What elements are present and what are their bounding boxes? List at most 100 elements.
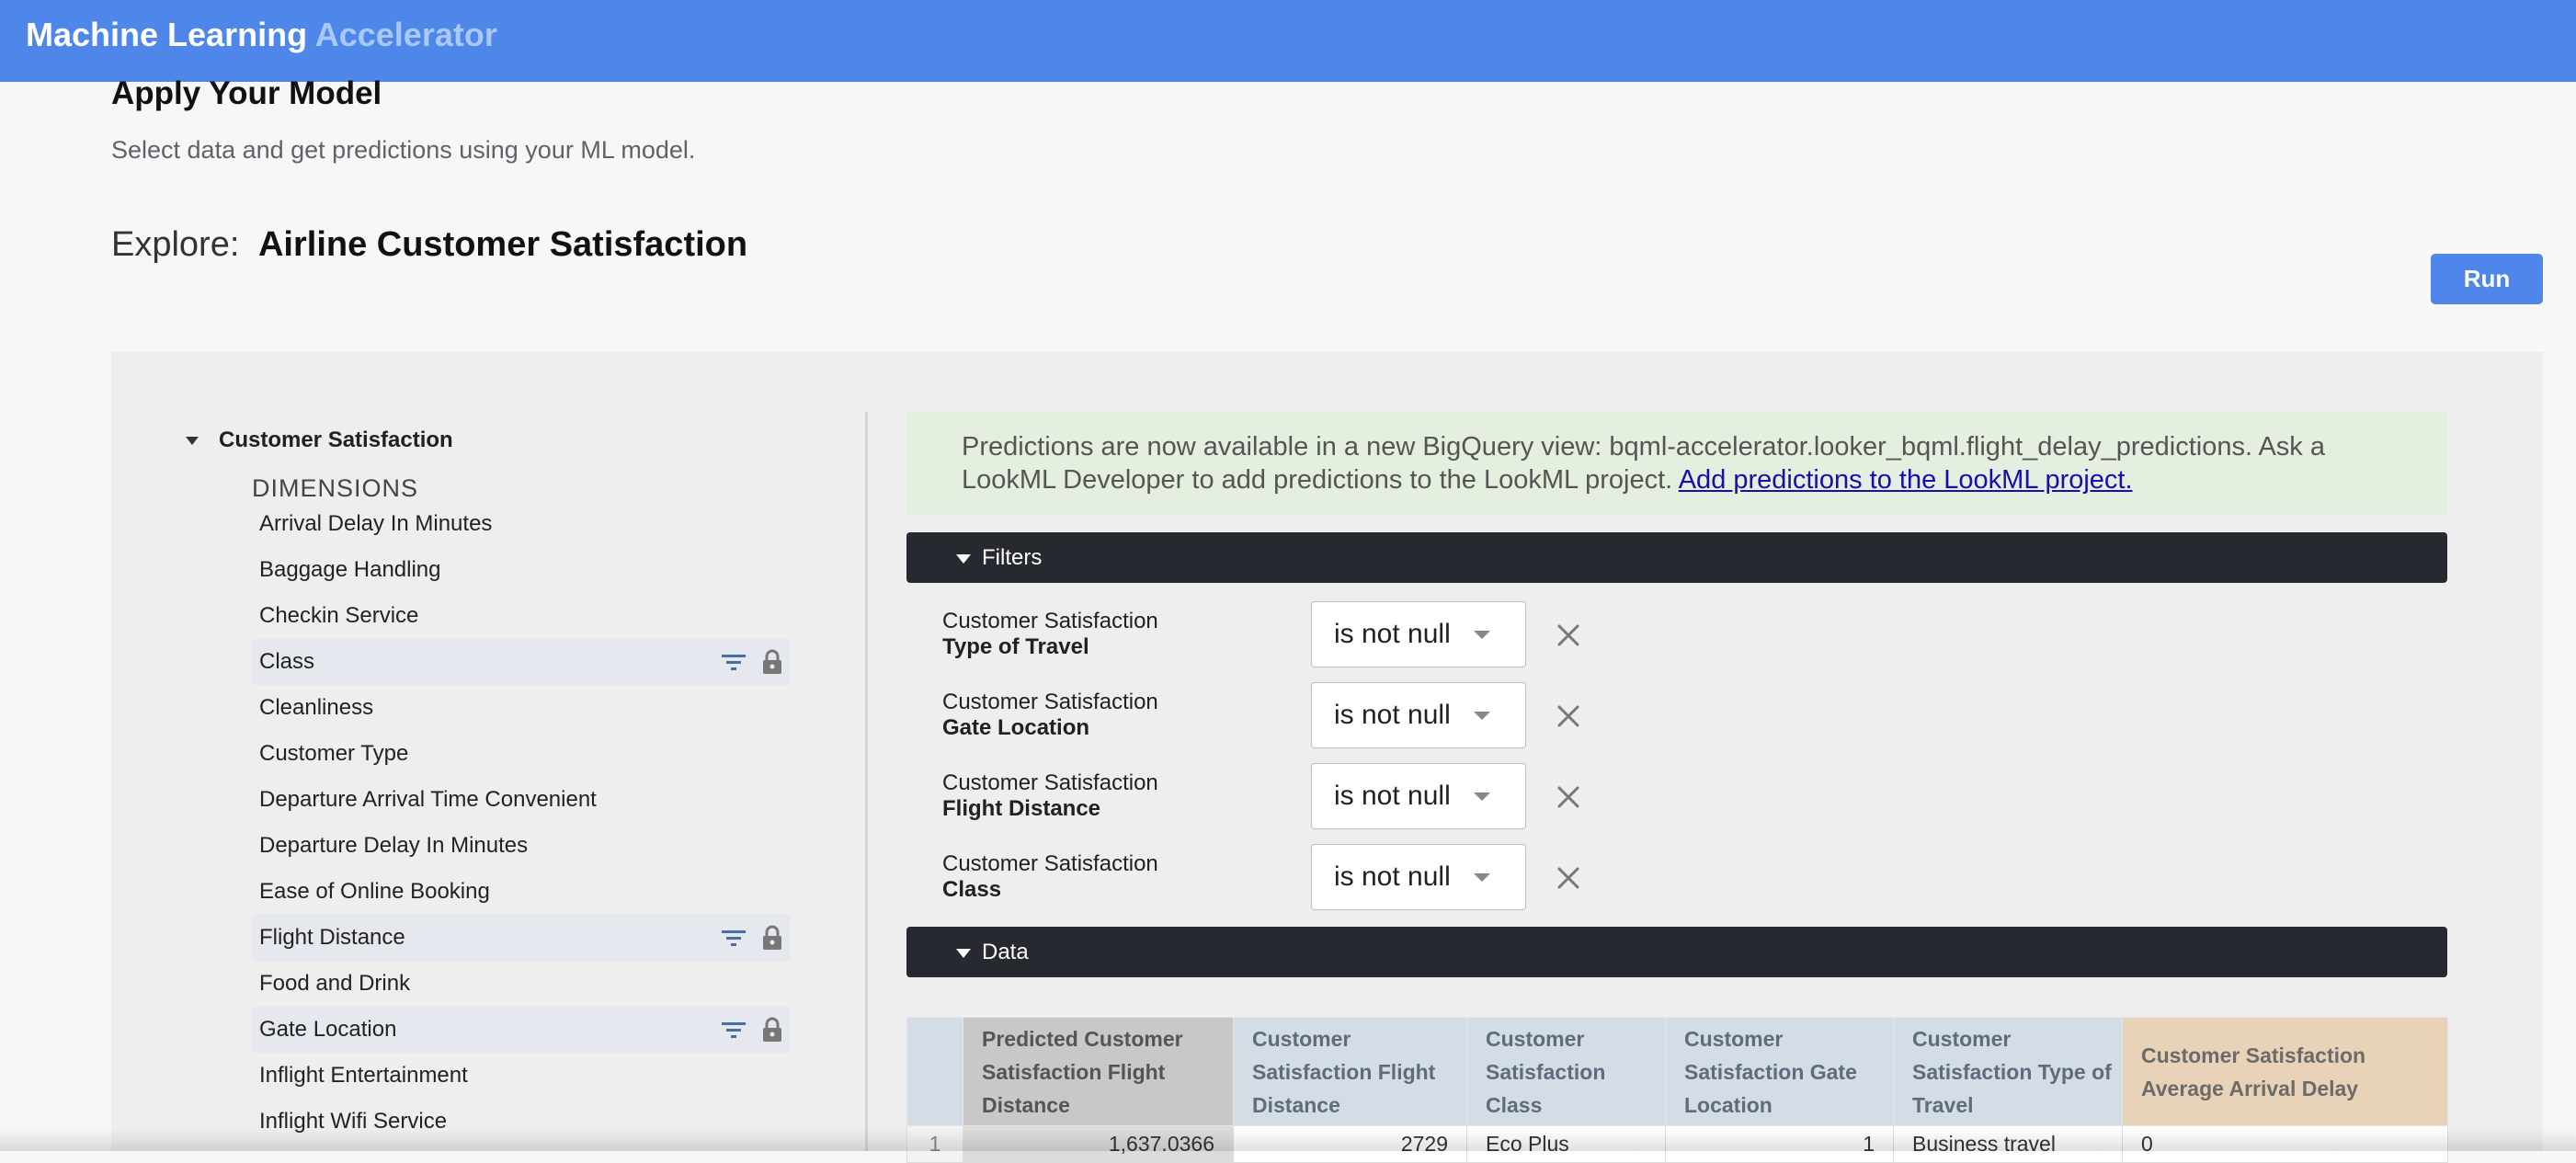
filter-icon[interactable] bbox=[720, 651, 747, 673]
table-header-row: Predicted Customer Satisfaction Flight D… bbox=[906, 1017, 2448, 1126]
field-label: Ease of Online Booking bbox=[259, 879, 490, 904]
filter-operator-value: is not null bbox=[1334, 781, 1451, 811]
filter-view-name: Customer Satisfaction bbox=[942, 609, 1158, 633]
field-label: Gate Location bbox=[259, 1017, 397, 1042]
chevron-down-icon bbox=[1474, 873, 1490, 882]
filter-label: Customer Satisfaction Type of Travel bbox=[942, 609, 1158, 660]
field-actions bbox=[720, 1007, 784, 1053]
explore-name: Airline Customer Satisfaction bbox=[257, 225, 748, 264]
column-header[interactable]: Customer Satisfaction Type of Travel bbox=[1893, 1017, 2123, 1126]
field-item[interactable]: Cleanliness bbox=[251, 685, 790, 731]
close-icon[interactable] bbox=[1555, 864, 1582, 896]
close-icon[interactable] bbox=[1555, 621, 1582, 654]
field-label: Inflight Entertainment bbox=[259, 1063, 468, 1088]
field-label: Food and Drink bbox=[259, 971, 411, 996]
page-title: Apply Your Model bbox=[111, 75, 382, 111]
app-title-main: Machine Learning bbox=[26, 16, 308, 53]
view-toggle-customer-satisfaction[interactable]: Customer Satisfaction bbox=[186, 428, 453, 453]
app-header: Machine Learning Accelerator bbox=[0, 0, 2576, 82]
field-item[interactable]: Departure Arrival Time Convenient bbox=[251, 777, 790, 823]
field-item[interactable]: Arrival Delay In Minutes bbox=[251, 501, 790, 547]
filter-view-name: Customer Satisfaction bbox=[942, 851, 1158, 876]
caret-down-icon bbox=[956, 948, 971, 958]
page-subtitle: Select data and get predictions using yo… bbox=[111, 136, 696, 164]
filter-operator-select[interactable]: is not null bbox=[1311, 844, 1526, 910]
filter-field-name: Flight Distance bbox=[942, 796, 1101, 821]
filter-row: Customer Satisfaction Class is not null bbox=[942, 844, 1586, 918]
filter-row: Customer Satisfaction Type of Travel is no… bbox=[942, 601, 1586, 675]
app-title-accent: Accelerator bbox=[314, 16, 497, 53]
caret-down-icon bbox=[186, 437, 199, 446]
filter-icon[interactable] bbox=[720, 1019, 747, 1041]
field-item[interactable]: Class bbox=[251, 639, 790, 685]
filter-operator-select[interactable]: is not null bbox=[1311, 601, 1526, 667]
dimensions-label: DIMENSIONS bbox=[252, 474, 419, 502]
explore-heading: Explore: Airline Customer Satisfaction bbox=[111, 225, 747, 265]
field-label: Customer Type bbox=[259, 741, 409, 766]
data-section-title: Data bbox=[982, 940, 1029, 964]
scroll-shadow bbox=[0, 1129, 2576, 1151]
field-label: Baggage Handling bbox=[259, 557, 441, 582]
column-header[interactable]: Customer Satisfaction Gate Location bbox=[1665, 1017, 1894, 1126]
app-title: Machine Learning Accelerator bbox=[26, 16, 497, 54]
field-item[interactable]: Baggage Handling bbox=[251, 547, 790, 593]
field-item[interactable]: Ease of Online Booking bbox=[251, 869, 790, 915]
filter-field-name: Gate Location bbox=[942, 715, 1090, 740]
filter-view-name: Customer Satisfaction bbox=[942, 770, 1158, 795]
field-item[interactable]: Customer Type bbox=[251, 731, 790, 777]
filter-row: Customer Satisfaction Gate Location is not… bbox=[942, 682, 1586, 756]
add-predictions-link[interactable]: Add predictions to the LookML project. bbox=[1679, 465, 2133, 495]
chevron-down-icon bbox=[1474, 792, 1490, 801]
filter-row: Customer Satisfaction Flight Distance is n… bbox=[942, 763, 1586, 837]
data-section-toggle[interactable]: Data bbox=[906, 927, 2447, 977]
column-header[interactable]: Customer Satisfaction Average Arrival De… bbox=[2122, 1017, 2448, 1126]
filter-field-name: Class bbox=[942, 877, 1002, 902]
field-label: Checkin Service bbox=[259, 603, 419, 628]
field-item[interactable]: Food and Drink bbox=[251, 961, 790, 1007]
caret-down-icon bbox=[956, 553, 971, 564]
run-button[interactable]: Run bbox=[2431, 254, 2543, 304]
close-icon[interactable] bbox=[1555, 783, 1582, 815]
field-label: Cleanliness bbox=[259, 695, 374, 720]
field-actions bbox=[720, 639, 784, 685]
lock-icon bbox=[760, 648, 784, 676]
field-label: Departure Arrival Time Convenient bbox=[259, 787, 597, 812]
field-label: Class bbox=[259, 649, 315, 674]
chevron-down-icon bbox=[1474, 631, 1490, 639]
field-item[interactable]: Flight Distance bbox=[251, 915, 790, 961]
column-header[interactable]: Predicted Customer Satisfaction Flight D… bbox=[963, 1017, 1234, 1126]
filter-operator-select[interactable]: is not null bbox=[1311, 763, 1526, 829]
row-number-header bbox=[906, 1017, 963, 1126]
field-label: Flight Distance bbox=[259, 925, 405, 950]
filter-label: Customer Satisfaction Gate Location bbox=[942, 690, 1158, 741]
filter-operator-value: is not null bbox=[1334, 861, 1451, 892]
panel-divider[interactable] bbox=[865, 412, 868, 1151]
filter-label: Customer Satisfaction Class bbox=[942, 851, 1158, 903]
field-actions bbox=[720, 915, 784, 961]
filter-label: Customer Satisfaction Flight Distance bbox=[942, 770, 1158, 822]
filter-operator-value: is not null bbox=[1334, 700, 1451, 730]
field-item[interactable]: Departure Delay In Minutes bbox=[251, 823, 790, 869]
filters-section-toggle[interactable]: Filters bbox=[906, 532, 2447, 583]
view-name: Customer Satisfaction bbox=[219, 428, 453, 452]
filter-view-name: Customer Satisfaction bbox=[942, 690, 1158, 714]
close-icon[interactable] bbox=[1555, 702, 1582, 735]
column-header[interactable]: Customer Satisfaction Flight Distance bbox=[1233, 1017, 1467, 1126]
field-label: Departure Delay In Minutes bbox=[259, 833, 529, 858]
filters-section-title: Filters bbox=[982, 545, 1043, 570]
filter-icon[interactable] bbox=[720, 927, 747, 949]
filter-field-name: Type of Travel bbox=[942, 634, 1089, 659]
field-item[interactable]: Inflight Entertainment bbox=[251, 1053, 790, 1099]
chevron-down-icon bbox=[1474, 712, 1490, 720]
field-item[interactable]: Gate Location bbox=[251, 1007, 790, 1053]
field-list: Arrival Delay In Minutes Baggage Handling… bbox=[251, 501, 790, 1145]
lock-icon bbox=[760, 1016, 784, 1043]
explore-label: Explore: bbox=[111, 225, 240, 264]
field-label: Arrival Delay In Minutes bbox=[259, 511, 493, 536]
field-item[interactable]: Checkin Service bbox=[251, 593, 790, 639]
filter-operator-value: is not null bbox=[1334, 619, 1451, 649]
column-header[interactable]: Customer Satisfaction Class bbox=[1466, 1017, 1666, 1126]
predictions-banner: Predictions are now available in a new B… bbox=[906, 412, 2447, 514]
filter-operator-select[interactable]: is not null bbox=[1311, 682, 1526, 748]
lock-icon bbox=[760, 924, 784, 952]
